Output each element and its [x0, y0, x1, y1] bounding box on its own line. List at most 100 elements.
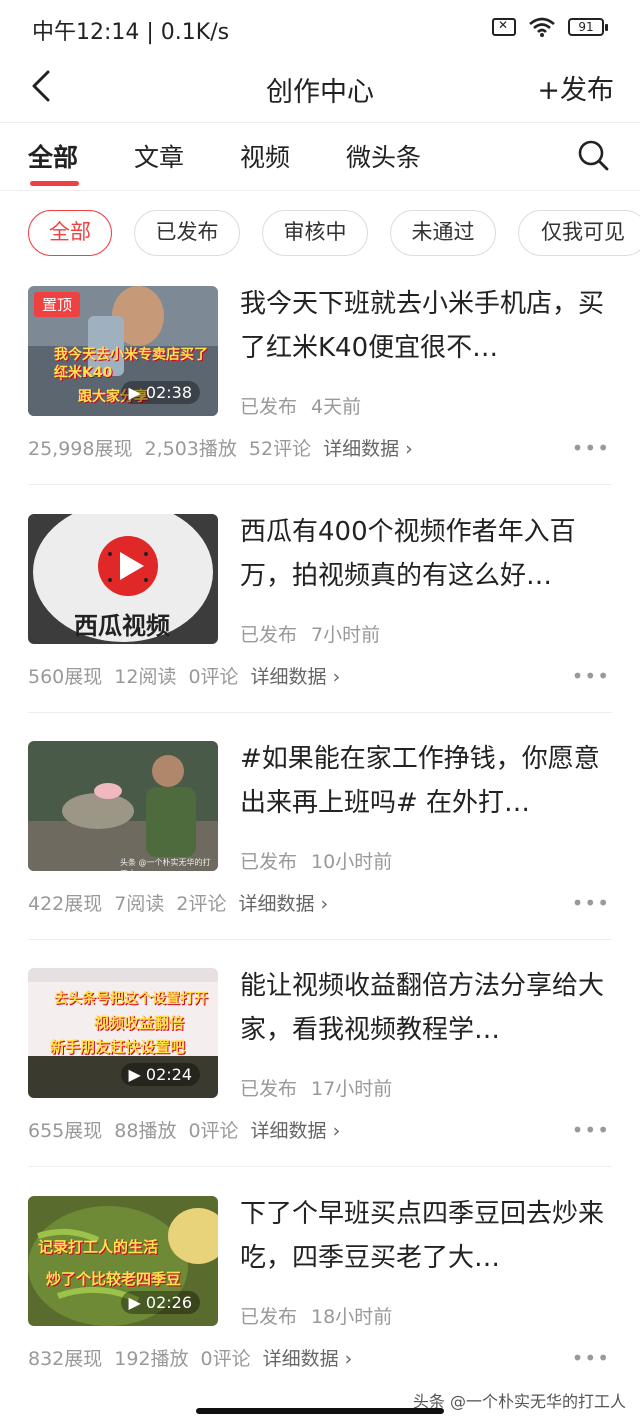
status-filter-bar: 全部 已发布 审核中 未通过 仅我可见: [0, 208, 640, 262]
filter-private[interactable]: 仅我可见: [518, 210, 640, 256]
thumbnail-image: [28, 741, 218, 871]
detail-data-link[interactable]: 详细数据 ›: [323, 438, 413, 460]
battery-icon: 91: [568, 18, 608, 36]
item-title[interactable]: 我今天下班就去小米手机店，买了红米K40便宜很不…: [240, 282, 620, 370]
detail-data-link[interactable]: 详细数据 ›: [238, 893, 328, 915]
no-sim-icon: [492, 18, 516, 36]
tabs-divider: [0, 190, 640, 191]
plays-count: 88播放: [114, 1120, 177, 1142]
item-meta: 已发布 10小时前: [240, 847, 406, 874]
thumbnail-caption: 西瓜视频: [74, 612, 170, 640]
status-bar: 中午12:14 | 0.1K/s 91: [0, 0, 640, 56]
video-thumbnail[interactable]: 去头条号把这个设置打开 视频收益翻倍 新手朋友赶快设置吧 ▶ 02:24: [28, 968, 218, 1098]
nav-bar: 创作中心 +发布: [0, 56, 640, 122]
publish-status: 已发布: [240, 1306, 298, 1328]
detail-data-link[interactable]: 详细数据 ›: [263, 1348, 353, 1370]
publish-status: 已发布: [240, 1078, 298, 1100]
nav-divider: [0, 122, 640, 123]
plays-count: 192播放: [114, 1348, 189, 1370]
comments-count: 0评论: [188, 1120, 239, 1142]
article-thumbnail[interactable]: 头条 @一个朴实无华的打工人: [28, 741, 218, 871]
comments-count: 2评论: [176, 893, 227, 915]
item-title[interactable]: 能让视频收益翻倍方法分享给大家，看我视频教程学…: [240, 964, 620, 1052]
publish-button[interactable]: +发布: [537, 68, 614, 107]
item-divider: [28, 1166, 612, 1167]
duration-text: 02:26: [145, 1293, 192, 1312]
content-item[interactable]: 头条 @一个朴实无华的打工人 #如果能在家工作挣钱，你愿意出来再上班吗# 在外打…: [0, 741, 640, 969]
thumbnail-caption: 炒了个比较老四季豆: [46, 1270, 182, 1288]
item-title[interactable]: #如果能在家工作挣钱，你愿意出来再上班吗# 在外打…: [240, 737, 620, 825]
item-divider: [28, 939, 612, 940]
thumbnail-caption: 头条 @一个朴实无华的打工人: [120, 858, 211, 871]
thumbnail-caption: 视频收益翻倍: [94, 1014, 185, 1032]
impressions-count: 560展现: [28, 666, 103, 688]
comments-count: 0评论: [200, 1348, 251, 1370]
tab-all[interactable]: 全部: [28, 138, 78, 174]
thumbnail-caption: 去头条号把这个设置打开: [54, 991, 208, 1007]
publish-time: 17小时前: [311, 1078, 393, 1100]
publish-status: 已发布: [240, 396, 298, 418]
item-stats: 655展现 88播放 0评论 详细数据 ›: [28, 1116, 352, 1143]
impressions-count: 422展现: [28, 893, 103, 915]
tab-micro-posts[interactable]: 微头条: [346, 138, 421, 174]
filter-all[interactable]: 全部: [28, 210, 112, 256]
item-title[interactable]: 西瓜有400个视频作者年入百万，拍视频真的有这么好…: [240, 510, 620, 598]
publish-status: 已发布: [240, 624, 298, 646]
wifi-icon: [529, 17, 555, 37]
item-title[interactable]: 下了个早班买点四季豆回去炒来吃，四季豆买老了大…: [240, 1192, 620, 1280]
impressions-count: 655展现: [28, 1120, 103, 1142]
impressions-count: 832展现: [28, 1348, 103, 1370]
filter-reviewing[interactable]: 审核中: [262, 210, 368, 256]
item-meta: 已发布 7小时前: [240, 620, 394, 647]
publish-time: 4天前: [311, 396, 362, 418]
publish-status: 已发布: [240, 851, 298, 873]
impressions-count: 25,998展现: [28, 438, 133, 460]
item-stats: 832展现 192播放 0评论 详细数据 ›: [28, 1344, 364, 1371]
filter-published[interactable]: 已发布: [134, 210, 240, 256]
video-thumbnail[interactable]: 置顶 我今天去小米专卖店买了个 红米K40 跟大家分享 ▶ 02:38: [28, 286, 218, 416]
content-tabs: 全部 文章 视频 微头条: [0, 124, 640, 190]
reads-count: 12阅读: [114, 666, 177, 688]
reads-count: 7阅读: [114, 893, 165, 915]
active-tab-indicator: [30, 181, 79, 186]
video-duration: ▶ 02:24: [120, 1063, 200, 1086]
publish-time: 10小时前: [311, 851, 393, 873]
item-meta: 已发布 4天前: [240, 392, 375, 419]
item-stats: 560展现 12阅读 0评论 详细数据 ›: [28, 662, 352, 689]
item-divider: [28, 484, 612, 485]
detail-data-link[interactable]: 详细数据 ›: [251, 666, 341, 688]
comments-count: 52评论: [248, 438, 312, 460]
more-options-icon[interactable]: •••: [572, 436, 610, 460]
item-stats: 422展现 7阅读 2评论 详细数据 ›: [28, 889, 340, 916]
item-divider: [28, 712, 612, 713]
item-meta: 已发布 18小时前: [240, 1302, 406, 1329]
more-options-icon[interactable]: •••: [572, 891, 610, 915]
publish-time: 18小时前: [311, 1306, 393, 1328]
video-duration: ▶ 02:38: [120, 381, 200, 404]
video-duration: ▶ 02:26: [120, 1291, 200, 1314]
content-item[interactable]: 西瓜视频 西瓜有400个视频作者年入百万，拍视频真的有这么好… 已发布 7小时前 …: [0, 514, 640, 742]
status-time: 中午12:14 | 0.1K/s: [32, 20, 230, 45]
video-thumbnail[interactable]: 西瓜视频: [28, 514, 218, 644]
tab-videos[interactable]: 视频: [240, 138, 290, 174]
more-options-icon[interactable]: •••: [572, 1118, 610, 1142]
home-indicator[interactable]: [196, 1408, 444, 1414]
more-options-icon[interactable]: •••: [572, 1346, 610, 1370]
search-icon[interactable]: [576, 138, 610, 172]
thumbnail-caption: 记录打工人的生活: [38, 1238, 159, 1256]
plays-count: 2,503播放: [144, 438, 237, 460]
video-thumbnail[interactable]: 记录打工人的生活 炒了个比较老四季豆 ▶ 02:26: [28, 1196, 218, 1326]
content-item[interactable]: 置顶 我今天去小米专卖店买了个 红米K40 跟大家分享 ▶ 02:38 我今天下…: [0, 286, 640, 514]
item-stats: 25,998展现 2,503播放 52评论 详细数据 ›: [28, 434, 425, 461]
publish-time: 7小时前: [311, 624, 381, 646]
tab-articles[interactable]: 文章: [134, 138, 184, 174]
more-options-icon[interactable]: •••: [572, 664, 610, 688]
filter-rejected[interactable]: 未通过: [390, 210, 496, 256]
pinned-badge: 置顶: [34, 292, 81, 317]
duration-text: 02:38: [145, 383, 192, 402]
item-meta: 已发布 17小时前: [240, 1074, 406, 1101]
content-item[interactable]: 去头条号把这个设置打开 视频收益翻倍 新手朋友赶快设置吧 ▶ 02:24 能让视…: [0, 968, 640, 1196]
comments-count: 0评论: [188, 666, 239, 688]
duration-text: 02:24: [145, 1065, 192, 1084]
detail-data-link[interactable]: 详细数据 ›: [251, 1120, 341, 1142]
